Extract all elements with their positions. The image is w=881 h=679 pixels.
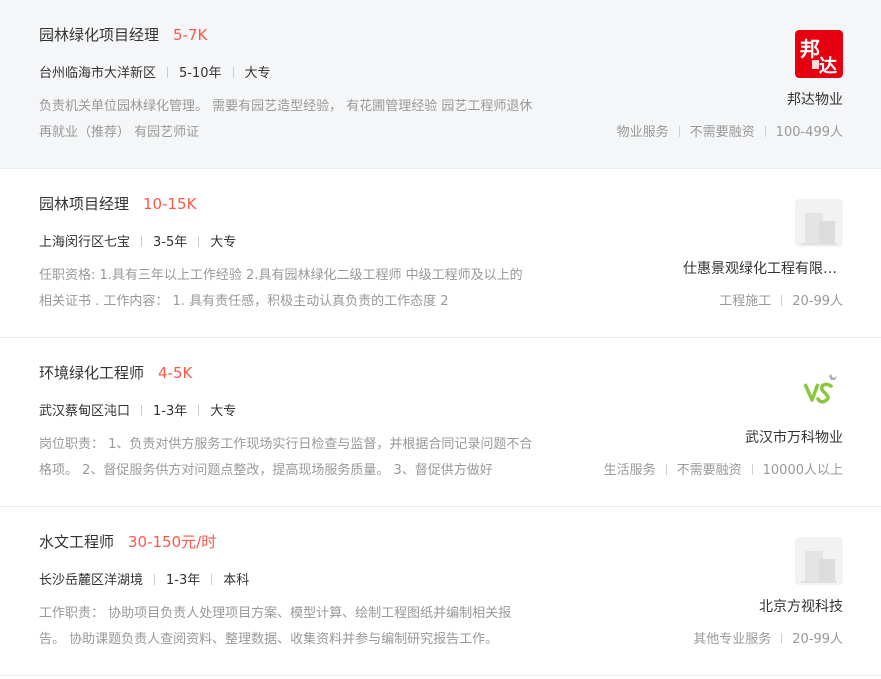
job-meta: 上海闵行区七宝 3-5年 大专 [39,231,236,250]
job-location: 武汉蔡甸区沌口 [39,404,131,419]
company-size: 20-99人 [792,294,843,309]
divider [232,67,234,78]
job-title[interactable]: 水文工程师 [39,533,114,551]
divider [198,405,200,416]
job-salary: 4-5K [158,364,193,382]
company-tags: 工程施工 20-99人 [719,290,843,309]
company-size: 100-499人 [775,125,843,140]
company-industry: 其他专业服务 [693,632,772,647]
divider [751,464,753,475]
divider [167,67,169,78]
divider [678,126,680,137]
job-meta: 台州临海市大洋新区 5-10年 大专 [39,62,271,81]
job-card[interactable]: 园林项目经理 10-15K 上海闵行区七宝 3-5年 大专 任职资格: 1.具有三年以… [0,169,881,338]
divider [141,236,143,247]
job-card[interactable]: 环境绿化工程师 4-5K 武汉蔡甸区沌口 1-3年 大专 岗位职责： 1、负责对供方服… [0,338,881,507]
job-experience: 5-10年 [179,66,222,81]
divider [198,236,200,247]
company-logo[interactable]: 邦 达 [795,30,843,78]
job-education: 大专 [210,404,237,419]
divider [665,464,667,475]
company-industry: 物业服务 [616,125,669,140]
banda-logo-icon: 邦 达 [795,30,843,78]
job-salary: 30-150元/时 [128,533,217,551]
job-education: 大专 [210,235,237,250]
job-education: 大专 [244,66,271,81]
company-tags: 生活服务 不需要融资 10000人以上 [604,459,843,478]
company-name[interactable]: 北京方视科技 [759,596,843,616]
job-description: 任职资格: 1.具有三年以上工作经验 2.具有园林绿化二级工程师 中级工程师及以… [39,268,523,309]
job-location: 长沙岳麓区洋湖境 [39,573,144,588]
company-funding: 不需要融资 [689,125,755,140]
company-industry: 生活服务 [603,463,656,478]
job-experience: 1-3年 [153,404,188,419]
job-description: 负责机关单位园林绿化管理。 需要有园艺造型经验， 有花圃管理经验 园艺工程师退休… [39,99,533,140]
job-experience: 3-5年 [153,235,188,250]
company-logo[interactable] [795,537,843,585]
building-placeholder-icon [795,537,843,585]
job-title[interactable]: 园林项目经理 [39,195,129,213]
job-description: 岗位职责： 1、负责对供方服务工作现场实行日检查与监督，并根据合同记录问题不合格… [39,437,533,478]
svg-text:邦: 邦 [800,37,820,61]
job-list: 园林绿化项目经理 5-7K 台州临海市大洋新区 5-10年 大专 负责机关单位园林绿化… [0,0,881,676]
company-industry: 工程施工 [719,294,772,309]
job-title[interactable]: 园林绿化项目经理 [39,26,159,44]
company-size: 20-99人 [792,632,843,647]
divider [211,574,213,585]
company-name[interactable]: 武汉市万科物业 [745,427,843,447]
job-location: 台州临海市大洋新区 [39,66,157,81]
building-placeholder-icon [795,199,843,247]
company-name[interactable]: 仕惠景观绿化工程有限公司 [683,258,843,278]
divider [781,295,783,306]
company-name[interactable]: 邦达物业 [787,89,843,109]
company-funding: 不需要融资 [676,463,742,478]
job-title[interactable]: 环境绿化工程师 [39,364,144,382]
job-card[interactable]: 园林绿化项目经理 5-7K 台州临海市大洋新区 5-10年 大专 负责机关单位园林绿化… [0,0,881,169]
job-salary: 5-7K [173,26,208,44]
job-description: 工作职责： 协助项目负责人处理项目方案、模型计算、绘制工程图纸并编制相关报告。 … [39,606,512,647]
job-location: 上海闵行区七宝 [39,235,131,250]
divider [781,633,783,644]
job-experience: 1-3年 [166,573,201,588]
company-logo[interactable] [795,199,843,247]
job-education: 本科 [223,573,250,588]
company-size: 10000人以上 [762,463,843,478]
divider [764,126,766,137]
company-tags: 其他专业服务 20-99人 [693,628,843,647]
svg-text:达: 达 [819,55,837,77]
divider [141,405,143,416]
company-logo[interactable] [795,368,843,416]
job-meta: 长沙岳麓区洋湖境 1-3年 本科 [39,569,249,588]
divider [154,574,156,585]
job-card[interactable]: 水文工程师 30-150元/时 长沙岳麓区洋湖境 1-3年 本科 工作职责： 协助项目… [0,507,881,676]
vanke-logo-icon [795,368,843,416]
company-tags: 物业服务 不需要融资 100-499人 [617,121,843,140]
job-meta: 武汉蔡甸区沌口 1-3年 大专 [39,400,236,419]
job-salary: 10-15K [143,195,197,213]
